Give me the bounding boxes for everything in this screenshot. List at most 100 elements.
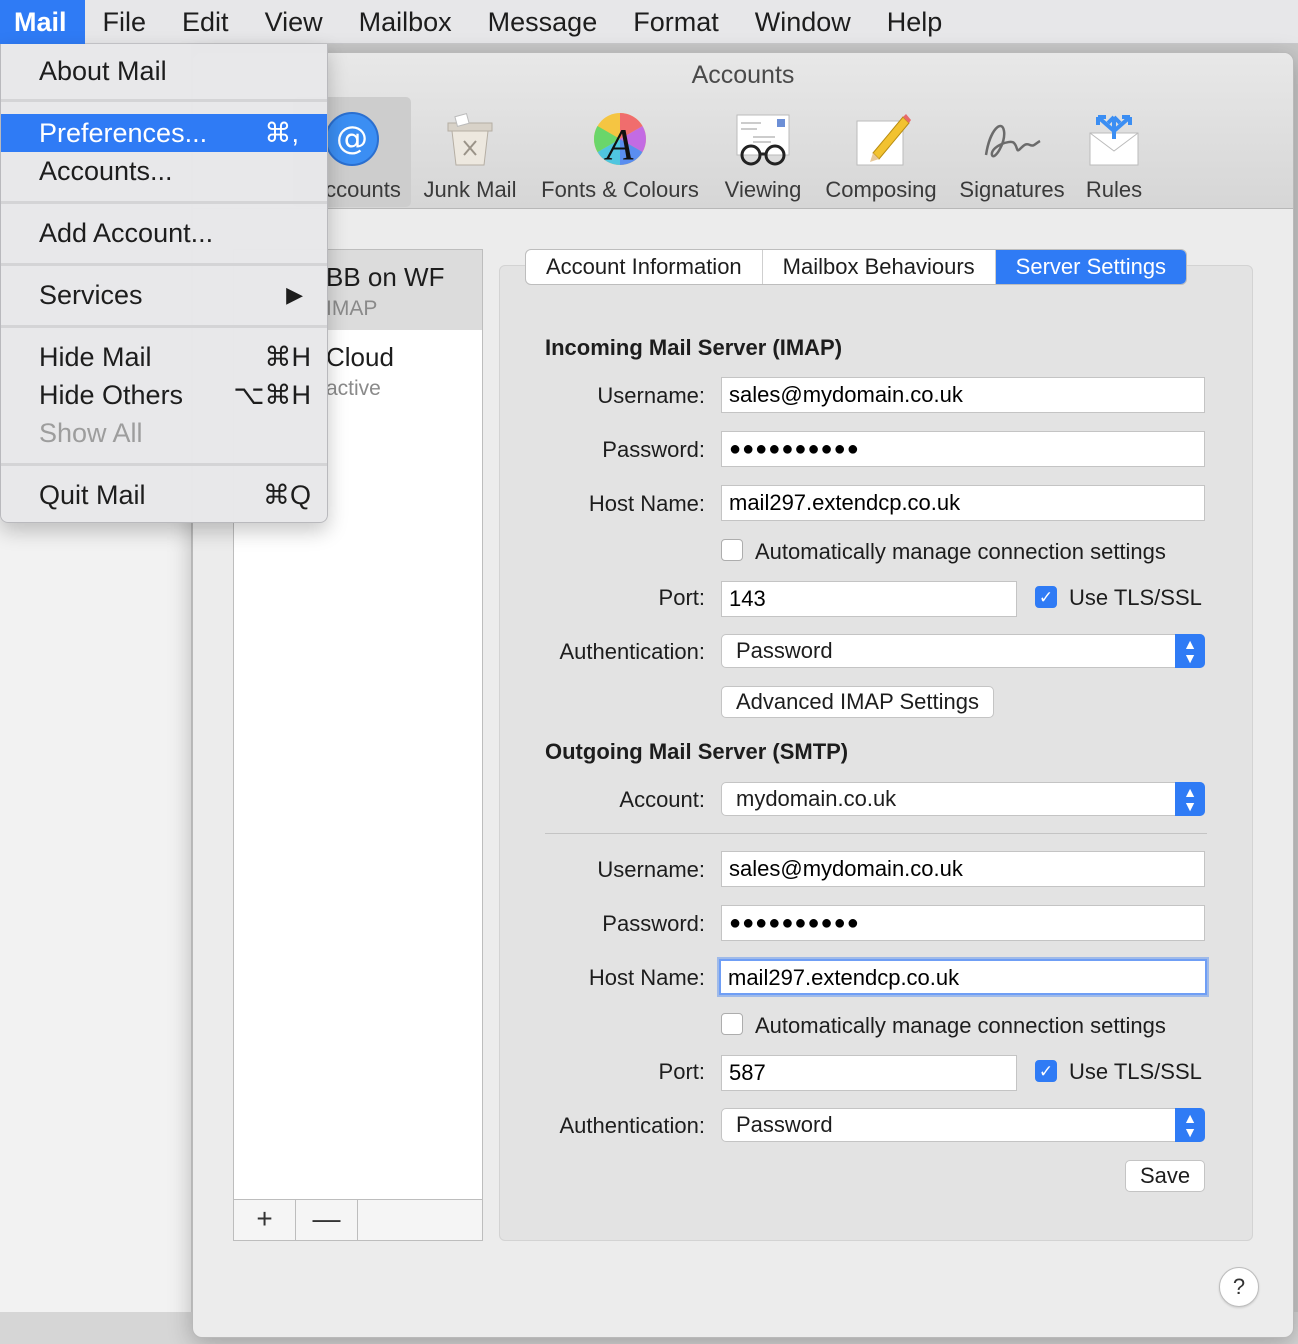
preferences-shortcut: ⌘, bbox=[264, 118, 299, 148]
menu-separator bbox=[1, 99, 327, 102]
incoming-auto-manage-label: Automatically manage connection settings bbox=[755, 539, 1166, 564]
rules-envelope-icon bbox=[1082, 107, 1146, 171]
toolbar-signatures[interactable]: Signatures bbox=[951, 97, 1073, 207]
menu-format[interactable]: Format bbox=[615, 0, 737, 44]
toolbar-fonts-colours[interactable]: A Fonts & Colours bbox=[533, 97, 707, 207]
preferences-window: Accounts @ ccounts Junk Mail A Fonts & C… bbox=[192, 52, 1294, 1338]
add-account-button[interactable]: + bbox=[234, 1200, 296, 1240]
menu-item-about-mail[interactable]: About Mail bbox=[1, 52, 327, 90]
toolbar-junk-mail[interactable]: Junk Mail bbox=[413, 97, 527, 207]
toolbar-signatures-label: Signatures bbox=[959, 177, 1065, 202]
tab-server-settings[interactable]: Server Settings bbox=[995, 250, 1187, 284]
menu-item-quit-mail-label: Quit Mail bbox=[39, 480, 146, 510]
outgoing-auto-manage-checkbox[interactable] bbox=[721, 1013, 743, 1035]
menu-edit[interactable]: Edit bbox=[164, 0, 247, 44]
incoming-auto-manage-checkbox[interactable] bbox=[721, 539, 743, 561]
incoming-port-field[interactable]: 143 bbox=[721, 581, 1017, 617]
menu-bar: Mail File Edit View Mailbox Message Form… bbox=[0, 0, 1298, 44]
outgoing-auth-value: Password bbox=[736, 1112, 833, 1137]
account-type: IMAP bbox=[326, 297, 378, 320]
account-name: BB on WF bbox=[326, 262, 445, 292]
incoming-section-title: Incoming Mail Server (IMAP) bbox=[545, 335, 843, 360]
accounts-list-controls: + — bbox=[233, 1199, 483, 1241]
incoming-auth-value: Password bbox=[736, 638, 833, 663]
menu-separator bbox=[1, 263, 327, 266]
menu-item-hide-others-label: Hide Others bbox=[39, 380, 184, 410]
outgoing-password-label: Password: bbox=[602, 911, 705, 936]
outgoing-username-label: Username: bbox=[597, 857, 705, 882]
menu-item-hide-mail[interactable]: Hide Mail ⌘H bbox=[1, 338, 327, 376]
outgoing-port-field[interactable]: 587 bbox=[721, 1055, 1017, 1091]
menu-view[interactable]: View bbox=[247, 0, 341, 44]
chevron-updown-icon: ▲ ▼ bbox=[1175, 782, 1205, 816]
incoming-auth-select[interactable]: Password ▲ ▼ bbox=[721, 634, 1205, 668]
glasses-icon bbox=[731, 107, 795, 171]
submenu-arrow-icon: ▶ bbox=[286, 282, 303, 307]
signature-icon bbox=[980, 107, 1044, 171]
menu-help[interactable]: Help bbox=[869, 0, 961, 44]
outgoing-host-label: Host Name: bbox=[588, 965, 705, 990]
menu-separator bbox=[1, 201, 327, 204]
incoming-password-field[interactable]: ●●●●●●●●●● bbox=[721, 431, 1205, 467]
outgoing-account-label: Account: bbox=[619, 787, 705, 812]
menu-item-accounts[interactable]: Accounts... bbox=[1, 152, 327, 190]
account-type: active bbox=[326, 377, 381, 400]
incoming-password-label: Password: bbox=[602, 437, 705, 462]
remove-account-button[interactable]: — bbox=[296, 1200, 358, 1240]
menu-mailbox[interactable]: Mailbox bbox=[341, 0, 470, 44]
settings-tabs: Account Information Mailbox Behaviours S… bbox=[525, 249, 1188, 285]
toolbar-composing[interactable]: Composing bbox=[819, 97, 943, 207]
pencil-paper-icon bbox=[849, 107, 913, 171]
toolbar-junk-mail-label: Junk Mail bbox=[423, 177, 517, 202]
save-button[interactable]: Save bbox=[1125, 1160, 1206, 1192]
toolbar-viewing-label: Viewing bbox=[724, 177, 802, 202]
tab-mailbox-behaviours[interactable]: Mailbox Behaviours bbox=[763, 250, 996, 284]
window-title: Accounts bbox=[691, 61, 795, 89]
trash-bin-icon bbox=[438, 107, 502, 171]
svg-text:@: @ bbox=[336, 119, 368, 157]
outgoing-password-field[interactable]: ●●●●●●●●●● bbox=[721, 905, 1205, 941]
menu-item-services[interactable]: Services ▶ bbox=[1, 276, 327, 314]
menu-separator bbox=[1, 463, 327, 466]
help-button[interactable]: ? bbox=[1219, 1267, 1259, 1307]
incoming-port-label: Port: bbox=[658, 585, 705, 610]
menu-message[interactable]: Message bbox=[470, 0, 616, 44]
menu-item-add-account[interactable]: Add Account... bbox=[1, 214, 327, 252]
outgoing-username-field[interactable]: sales@mydomain.co.uk bbox=[721, 851, 1205, 887]
menu-separator bbox=[1, 325, 327, 328]
menu-item-hide-others[interactable]: Hide Others ⌥⌘H bbox=[1, 376, 327, 414]
incoming-host-field[interactable]: mail297.extendcp.co.uk bbox=[721, 485, 1205, 521]
menu-mail[interactable]: Mail bbox=[0, 0, 85, 44]
menu-item-preferences[interactable]: Preferences... ⌘, bbox=[1, 114, 327, 152]
outgoing-tls-checkbox[interactable]: ✓ bbox=[1035, 1060, 1057, 1082]
quit-shortcut: ⌘Q bbox=[262, 480, 311, 510]
window-titlebar: Accounts @ ccounts Junk Mail A Fonts & C… bbox=[193, 53, 1293, 209]
advanced-imap-settings-button[interactable]: Advanced IMAP Settings bbox=[721, 686, 994, 718]
menu-window[interactable]: Window bbox=[737, 0, 869, 44]
toolbar-fonts-colours-label: Fonts & Colours bbox=[541, 177, 699, 202]
outgoing-auth-label: Authentication: bbox=[559, 1113, 705, 1138]
outgoing-host-field[interactable]: mail297.extendcp.co.uk bbox=[719, 959, 1207, 995]
font-color-wheel-icon: A bbox=[588, 107, 652, 171]
menu-item-hide-mail-label: Hide Mail bbox=[39, 342, 152, 372]
outgoing-auto-manage-label: Automatically manage connection settings bbox=[755, 1013, 1166, 1038]
incoming-tls-checkbox[interactable]: ✓ bbox=[1035, 586, 1057, 608]
account-name: Cloud bbox=[326, 342, 394, 372]
incoming-tls-label: Use TLS/SSL bbox=[1069, 585, 1202, 610]
toolbar-viewing[interactable]: Viewing bbox=[713, 97, 813, 207]
tab-account-information[interactable]: Account Information bbox=[526, 250, 763, 284]
menu-file[interactable]: File bbox=[85, 0, 165, 44]
mail-app-menu: About Mail Preferences... ⌘, Accounts...… bbox=[0, 44, 328, 523]
chevron-updown-icon: ▲ ▼ bbox=[1175, 1108, 1205, 1142]
outgoing-account-select[interactable]: mydomain.co.uk ▲ ▼ bbox=[721, 782, 1205, 816]
menu-item-preferences-label: Preferences... bbox=[39, 118, 208, 148]
outgoing-auth-select[interactable]: Password ▲ ▼ bbox=[721, 1108, 1205, 1142]
outgoing-section-title: Outgoing Mail Server (SMTP) bbox=[545, 739, 849, 764]
hide-mail-shortcut: ⌘H bbox=[264, 342, 312, 372]
chevron-updown-icon: ▲ ▼ bbox=[1175, 634, 1205, 668]
incoming-username-field[interactable]: sales@mydomain.co.uk bbox=[721, 377, 1205, 413]
toolbar-rules-label: Rules bbox=[1085, 177, 1143, 202]
toolbar-rules[interactable]: Rules bbox=[1079, 97, 1149, 207]
menu-item-quit-mail[interactable]: Quit Mail ⌘Q bbox=[1, 476, 327, 514]
outgoing-tls-label: Use TLS/SSL bbox=[1069, 1059, 1202, 1084]
